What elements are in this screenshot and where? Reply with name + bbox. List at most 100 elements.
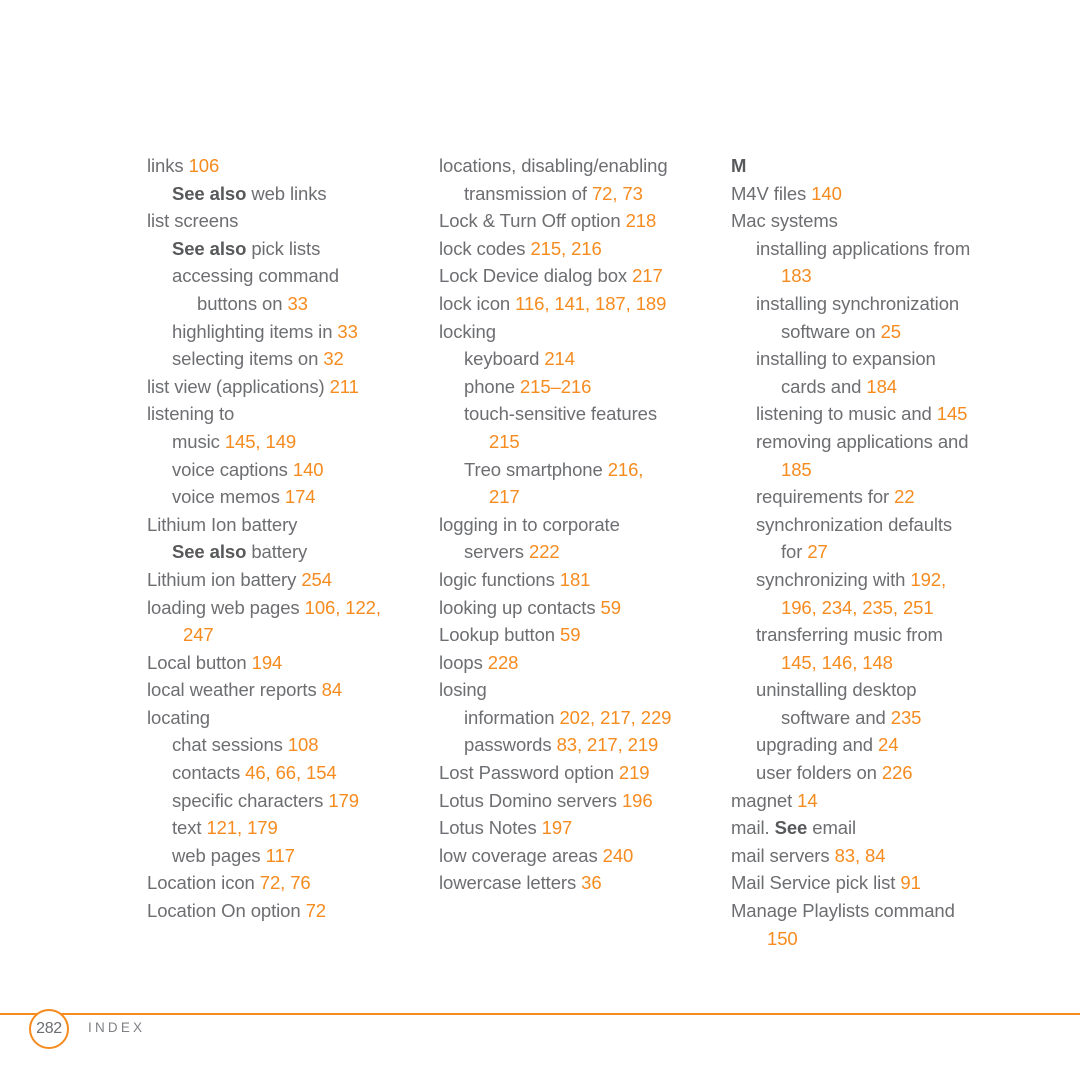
page-reference[interactable]: 46, 66, 154 — [245, 762, 337, 783]
index-entry-text: Lotus Domino servers — [439, 789, 622, 811]
page-reference[interactable]: 25 — [881, 321, 901, 342]
index-entry-text: locations, disabling/enabling — [439, 155, 668, 176]
index-entry: information 202, 217, 229 — [439, 704, 731, 732]
page-reference[interactable]: 145 — [937, 403, 968, 424]
page-reference[interactable]: 211 — [330, 376, 359, 397]
index-entry: 217 — [439, 483, 731, 511]
page-reference[interactable]: 215, 216 — [530, 238, 601, 259]
page-reference[interactable]: 185 — [781, 459, 812, 480]
page-reference[interactable]: 216, — [608, 459, 644, 480]
page-reference[interactable]: 59 — [560, 624, 580, 645]
page-reference[interactable]: 181 — [560, 569, 591, 590]
index-entry-text: loading web pages — [147, 596, 305, 618]
page-reference[interactable]: 215 — [489, 431, 520, 452]
page-reference[interactable]: 183 — [781, 265, 812, 286]
page-reference[interactable]: 116, 141, 187, 189 — [515, 293, 666, 314]
index-entry-text: installing synchronization — [756, 292, 960, 314]
index-entry: voice captions 140 — [147, 456, 439, 484]
page-reference[interactable]: 117 — [266, 845, 295, 866]
page-reference[interactable]: 192, — [910, 569, 946, 590]
index-entry: locking — [439, 318, 731, 346]
index-entry-text: highlighting items in — [172, 320, 338, 342]
page-reference[interactable]: 217 — [632, 265, 663, 286]
page-reference[interactable]: 106 — [189, 155, 220, 176]
index-entry: listening to music and 145 — [731, 400, 1023, 428]
index-entry: 183 — [731, 262, 1023, 290]
index-entry: touch-sensitive features — [439, 400, 731, 428]
page-reference[interactable]: 254 — [301, 569, 332, 590]
page-reference[interactable]: 140 — [811, 183, 842, 204]
index-entry-text: transmission of — [464, 182, 592, 204]
page-reference[interactable]: 72, 73 — [592, 183, 643, 204]
page-reference[interactable]: 247 — [183, 624, 214, 645]
index-entry-text: Mail Service pick list — [731, 872, 901, 894]
index-entry-text: pick lists — [246, 237, 321, 259]
see-also-label: See also — [172, 237, 247, 259]
page-reference[interactable]: 145, 149 — [225, 431, 296, 452]
index-entry-text: locating — [147, 706, 210, 728]
page-reference[interactable]: 228 — [488, 652, 519, 673]
page-number-badge: 282 — [29, 1009, 69, 1049]
page-reference[interactable]: 33 — [337, 321, 357, 342]
index-entry: installing applications from — [731, 235, 1023, 263]
index-entry: magnet 14 — [731, 787, 1023, 815]
index-entry: requirements for 22 — [731, 483, 1023, 511]
page-reference[interactable]: 33 — [287, 293, 307, 314]
index-entry: Location On option 72 — [147, 897, 439, 925]
page-reference[interactable]: 83, 217, 219 — [557, 734, 659, 755]
page-reference[interactable]: 222 — [529, 541, 560, 562]
page-reference[interactable]: 150 — [767, 928, 798, 949]
index-entry: Location icon 72, 76 — [147, 869, 439, 897]
page-reference[interactable]: 196, 234, 235, 251 — [781, 597, 934, 618]
page-reference[interactable]: 27 — [807, 541, 827, 562]
index-entry-text: losing — [439, 679, 487, 701]
page-reference[interactable]: 194 — [252, 652, 283, 673]
page-reference[interactable]: 226 — [882, 762, 913, 783]
page-reference[interactable]: 22 — [894, 486, 914, 507]
page-reference[interactable]: 218 — [626, 210, 657, 231]
index-entry-text: mail. — [731, 817, 775, 839]
index-entry-text: loops — [439, 651, 488, 673]
page-reference[interactable]: 215–216 — [520, 376, 591, 397]
index-entry-text: Lithium Ion battery — [147, 513, 298, 535]
page-reference[interactable]: 91 — [900, 872, 920, 893]
page-reference[interactable]: 14 — [797, 790, 817, 811]
page-reference[interactable]: 202, 217, 229 — [559, 707, 671, 728]
page-reference[interactable]: 106, 122, — [305, 597, 381, 618]
page-reference[interactable]: 235 — [891, 707, 922, 728]
page-reference[interactable]: 140 — [293, 459, 324, 480]
page-reference[interactable]: 240 — [603, 845, 634, 866]
index-entry: for 27 — [731, 538, 1023, 566]
page-reference[interactable]: 121, 179 — [206, 817, 277, 838]
see-also-label: See also — [172, 182, 247, 204]
page-reference[interactable]: 219 — [619, 762, 650, 783]
index-entry-text: software on — [781, 320, 881, 342]
page-reference[interactable]: 83, 84 — [835, 845, 886, 866]
page-reference[interactable]: 36 — [581, 872, 601, 893]
page-reference[interactable]: 174 — [285, 486, 316, 507]
index-entry-text: Lotus Notes — [439, 817, 542, 839]
page-reference[interactable]: 217 — [489, 486, 520, 507]
page-reference[interactable]: 24 — [878, 734, 898, 755]
index-entry-text: music — [172, 430, 225, 452]
index-page: links 106 See also web links list screens S… — [0, 0, 1080, 1080]
page-reference[interactable]: 72, 76 — [260, 872, 311, 893]
page-reference[interactable]: 179 — [328, 790, 359, 811]
page-reference[interactable]: 32 — [323, 348, 343, 369]
page-reference[interactable]: 184 — [866, 376, 897, 397]
page-reference[interactable]: 214 — [544, 348, 575, 369]
page-reference[interactable]: 145, 146, 148 — [781, 652, 893, 673]
page-reference[interactable]: 197 — [542, 817, 573, 838]
index-entry: specific characters 179 — [147, 787, 439, 815]
page-reference[interactable]: 59 — [601, 597, 621, 618]
page-reference[interactable]: 196 — [622, 790, 653, 811]
index-entry: keyboard 214 — [439, 345, 731, 373]
index-entry-text: installing applications from — [756, 237, 971, 259]
page-reference[interactable]: 84 — [322, 679, 342, 700]
index-entry: Lock & Turn Off option 218 — [439, 207, 731, 235]
page-reference[interactable]: 108 — [288, 734, 319, 755]
page-reference[interactable]: 72 — [306, 900, 326, 921]
index-entry-text: links — [147, 155, 189, 176]
index-entry: mail. See email — [731, 814, 1023, 842]
index-entry-text: voice memos — [172, 486, 285, 508]
